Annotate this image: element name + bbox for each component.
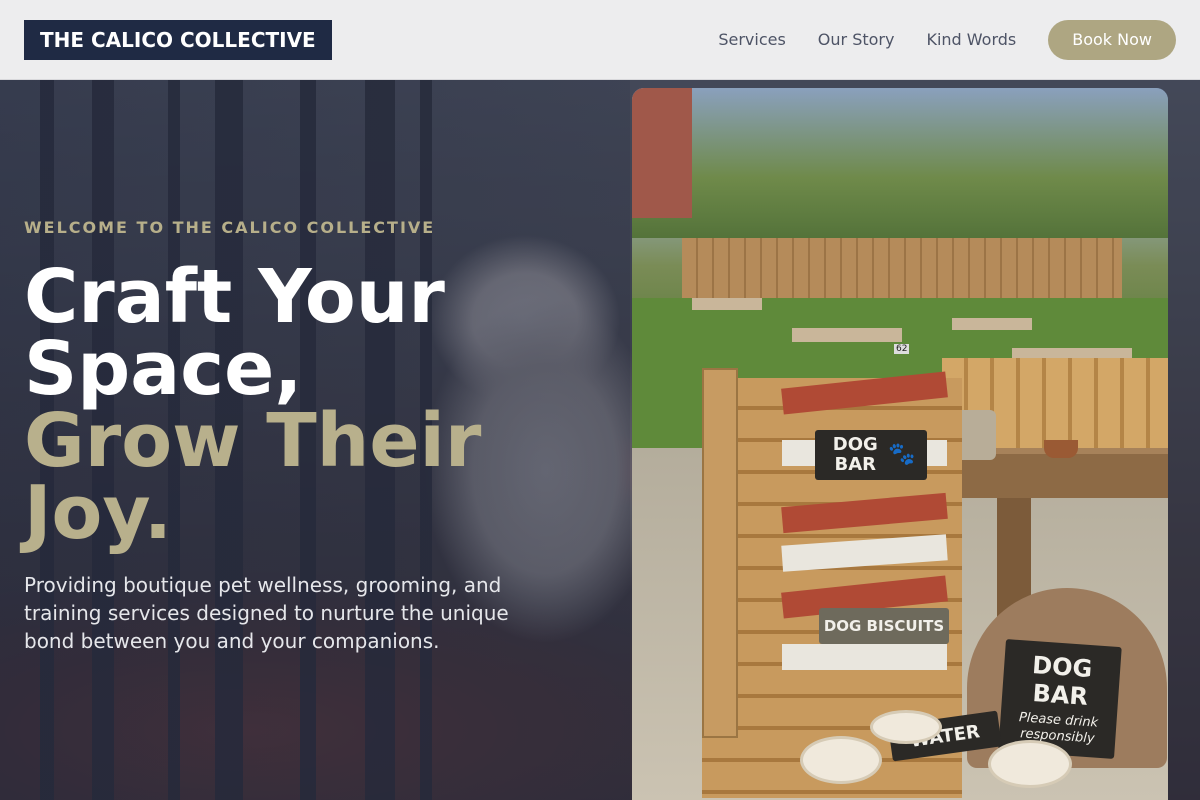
paw-print-icon: 🐾: [888, 442, 916, 467]
photo-back-fence: [682, 238, 1122, 298]
gate-post: [702, 368, 738, 738]
hero-description: Providing boutique pet wellness, groomin…: [24, 573, 509, 653]
site-logo[interactable]: THE CALICO COLLECTIVE: [24, 19, 332, 60]
picnic-table: [692, 298, 762, 310]
photo-house: [632, 88, 692, 218]
book-now-button[interactable]: Book Now: [1048, 19, 1176, 60]
site-header: THE CALICO COLLECTIVE Services Our Story…: [0, 0, 1200, 80]
dog-biscuits-sign: DOG BISCUITS: [819, 608, 949, 644]
picnic-table-number: 62: [894, 344, 910, 354]
dog-bar-sign-small-text: DOG BAR: [832, 434, 878, 475]
table-bowl: [1044, 440, 1078, 458]
nav-link-our-story[interactable]: Our Story: [818, 30, 895, 49]
dog-bar-photo: 62 DOG BAR 🐾 DOG BISCUITS DOG BAR Please…: [632, 88, 1168, 800]
headline-line-2: Space,: [24, 326, 303, 412]
gate-white-slat: [782, 644, 947, 670]
hero-content: WELCOME TO THE CALICO COLLECTIVE Craft Y…: [24, 218, 584, 655]
nav-link-services[interactable]: Services: [718, 30, 785, 49]
headline-line-3-accent: Grow Their: [24, 398, 482, 484]
picnic-table: [792, 328, 902, 342]
water-bowl: [800, 736, 882, 784]
dog-bar-sign-small: DOG BAR 🐾: [815, 430, 927, 480]
headline-line-1: Craft Your: [24, 254, 445, 340]
water-bowl: [870, 710, 942, 744]
main-nav: Services Our Story Kind Words Book Now: [718, 19, 1176, 60]
dog-bar-chalkboard-title: DOG BAR: [1031, 651, 1094, 711]
hero-eyebrow: WELCOME TO THE CALICO COLLECTIVE: [24, 218, 436, 237]
water-bowl: [988, 740, 1072, 788]
nav-link-kind-words[interactable]: Kind Words: [926, 30, 1016, 49]
headline-line-4-accent: Joy.: [24, 470, 172, 556]
picnic-table: [952, 318, 1032, 330]
photo-trees: [632, 88, 1168, 238]
hero-headline: Craft Your Space, Grow Their Joy.: [24, 254, 584, 556]
